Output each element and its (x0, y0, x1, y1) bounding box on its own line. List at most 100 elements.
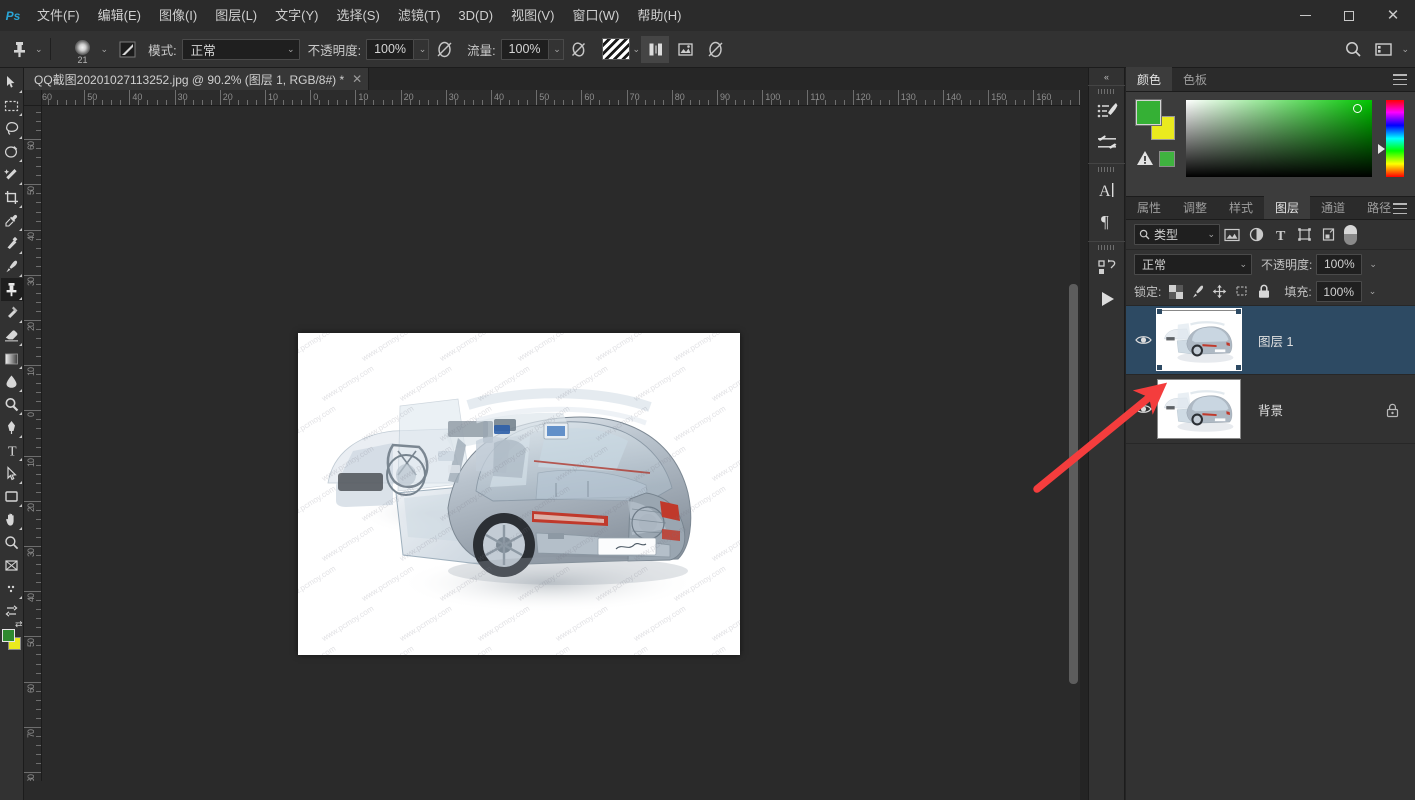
layer-fill-stepper-icon[interactable]: ⌄ (1369, 286, 1377, 297)
hue-slider[interactable] (1386, 100, 1404, 177)
foreground-color-swatch[interactable] (2, 629, 15, 642)
tab-swatches[interactable]: 色板 (1172, 67, 1218, 91)
layer-thumbnail-holder[interactable] (1156, 309, 1242, 371)
sample-layers-icon[interactable] (671, 36, 699, 63)
color-field[interactable] (1186, 100, 1372, 177)
layer-visibility-toggle[interactable] (1130, 306, 1156, 375)
menu-filter[interactable]: 滤镜(T) (389, 4, 450, 28)
layer-filter-type-select[interactable]: 类型 ⌄ (1134, 224, 1220, 245)
close-button[interactable]: ✕ (1371, 0, 1415, 31)
filter-enable-toggle[interactable] (1344, 225, 1357, 245)
layer-opacity-input[interactable]: 100% (1316, 254, 1362, 275)
swap-colors-icon[interactable]: ⇄ (15, 619, 23, 630)
table-row[interactable]: 背景 (1126, 375, 1415, 444)
move-tool[interactable] (1, 71, 23, 94)
panel-grip[interactable] (1098, 89, 1116, 94)
ruler-corner[interactable] (24, 90, 42, 106)
pen-tool[interactable] (1, 416, 23, 439)
frame-tool[interactable] (1, 554, 23, 577)
opacity-pressure-icon[interactable] (430, 36, 458, 63)
zoom-tool[interactable] (1, 531, 23, 554)
filter-pixel-icon[interactable] (1220, 224, 1244, 246)
scrollbar-thumb[interactable] (1069, 284, 1078, 684)
hue-slider-handle[interactable] (1378, 144, 1385, 154)
flow-stepper[interactable]: ⌄ (549, 39, 564, 60)
menu-layer[interactable]: 图层(L) (206, 4, 266, 28)
hand-tool[interactable] (1, 508, 23, 531)
menu-edit[interactable]: 编辑(E) (89, 4, 150, 28)
menu-type[interactable]: 文字(Y) (266, 4, 327, 28)
panel-menu-icon[interactable] (1393, 203, 1407, 214)
quick-select-tool[interactable] (1, 140, 23, 163)
healing-brush-tool[interactable] (1, 232, 23, 255)
tab-styles[interactable]: 样式 (1218, 195, 1264, 219)
character-panel-icon[interactable]: A (1092, 175, 1122, 204)
clone-stamp-icon[interactable] (6, 36, 32, 62)
filter-adjustment-icon[interactable] (1244, 224, 1268, 246)
lock-position-icon[interactable] (1209, 281, 1230, 302)
layer-visibility-toggle[interactable] (1130, 375, 1156, 444)
tablet-pressure-icon[interactable] (701, 36, 729, 63)
workspace-switcher-icon[interactable] (1369, 36, 1397, 63)
brush-tool[interactable] (1, 255, 23, 278)
crop-tool[interactable] (1, 186, 23, 209)
horizontal-ruler[interactable]: 6050403020100102030405060708090100110120… (42, 90, 1080, 106)
layer-name[interactable]: 图层 1 (1258, 331, 1293, 350)
align-clone-icon[interactable] (641, 36, 669, 63)
pattern-swatch[interactable] (602, 38, 630, 60)
filter-smart-object-icon[interactable] (1316, 224, 1340, 246)
color-swatches[interactable]: ⇄ (1, 629, 23, 655)
layer-fill-input[interactable]: 100% (1316, 281, 1362, 302)
search-icon[interactable] (1339, 36, 1367, 63)
path-selection-tool[interactable] (1, 462, 23, 485)
menu-window[interactable]: 窗口(W) (563, 4, 628, 28)
more-tools-icon[interactable] (1, 577, 23, 600)
brush-preset-caret[interactable]: ⌄ (101, 44, 109, 55)
opacity-stepper[interactable]: ⌄ (414, 39, 429, 60)
canvas-area[interactable]: www.pcmoy.comwww.pcmoy.comwww.pcmoy.comw… (42, 106, 1080, 781)
layer-thumbnail-holder[interactable] (1156, 378, 1242, 440)
panel-grip[interactable] (1098, 167, 1116, 172)
airbrush-icon[interactable] (565, 36, 593, 63)
tab-channels[interactable]: 通道 (1310, 195, 1356, 219)
brush-settings-icon[interactable] (1092, 128, 1122, 157)
lock-image-pixels-icon[interactable] (1187, 281, 1208, 302)
collapse-panels-icon[interactable]: « (1088, 68, 1125, 85)
pattern-caret[interactable]: ⌄ (633, 44, 641, 55)
panel-menu-icon[interactable] (1393, 74, 1407, 85)
lock-artboard-nesting-icon[interactable] (1231, 281, 1252, 302)
minimize-button[interactable] (1283, 0, 1327, 31)
filter-shape-icon[interactable] (1292, 224, 1316, 246)
brush-panel-toggle-icon[interactable] (114, 36, 140, 62)
tab-adjustments[interactable]: 调整 (1172, 195, 1218, 219)
menu-file[interactable]: 文件(F) (28, 4, 89, 28)
clone-stamp-tool[interactable] (1, 278, 23, 301)
type-tool[interactable]: T (1, 439, 23, 462)
workspace-caret-icon[interactable]: ⌄ (1401, 44, 1409, 55)
tab-color[interactable]: 颜色 (1126, 67, 1172, 91)
flow-input[interactable]: 100% (501, 39, 549, 60)
maximize-button[interactable] (1327, 0, 1371, 31)
layer-blend-mode-select[interactable]: 正常 ⌄ (1134, 254, 1252, 275)
history-panel-icon[interactable] (1092, 253, 1122, 282)
brush-presets-icon[interactable] (1092, 97, 1122, 126)
gradient-tool[interactable] (1, 347, 23, 370)
gamut-substitute-swatch[interactable] (1159, 151, 1175, 167)
menu-select[interactable]: 选择(S) (327, 4, 388, 28)
dodge-tool[interactable] (1, 393, 23, 416)
eraser-tool[interactable] (1, 324, 23, 347)
artboard[interactable]: www.pcmoy.comwww.pcmoy.comwww.pcmoy.comw… (298, 333, 740, 655)
filter-type-icon[interactable]: T (1268, 224, 1292, 246)
layer-name[interactable]: 背景 (1258, 400, 1283, 419)
shape-tool[interactable] (1, 485, 23, 508)
brush-preset-picker[interactable]: 21 (68, 34, 98, 64)
canvas-vertical-scrollbar[interactable] (1066, 106, 1080, 781)
actions-play-icon[interactable] (1092, 284, 1122, 313)
lock-all-icon[interactable] (1253, 281, 1274, 302)
menu-view[interactable]: 视图(V) (502, 4, 563, 28)
lock-transparent-pixels-icon[interactable] (1165, 281, 1186, 302)
color-picker-handle[interactable] (1353, 104, 1362, 113)
foreground-color-swatch[interactable] (1136, 100, 1161, 125)
tool-preset-caret[interactable]: ⌄ (35, 44, 43, 55)
history-brush-tool[interactable] (1, 301, 23, 324)
